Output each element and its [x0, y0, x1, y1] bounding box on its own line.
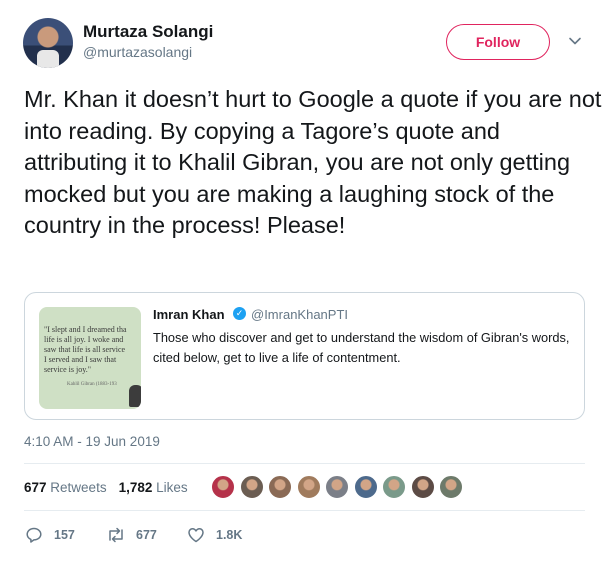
- retweet-count: 677: [136, 528, 157, 542]
- reply-button[interactable]: 157: [24, 525, 75, 545]
- reply-icon: [24, 525, 44, 545]
- likes-label: Likes: [156, 480, 188, 495]
- liker-avatar[interactable]: [353, 475, 378, 499]
- avatar[interactable]: [23, 18, 73, 68]
- like-count: 1.8K: [216, 528, 243, 542]
- liker-avatar[interactable]: [239, 475, 264, 499]
- chevron-down-icon[interactable]: [568, 34, 582, 48]
- quoted-tweet-image[interactable]: "I slept and I dreamed tha life is all j…: [39, 307, 141, 409]
- tweet-text: Mr. Khan it doesn’t hurt to Google a quo…: [24, 86, 602, 238]
- divider: [24, 510, 585, 511]
- quoted-author-name: Imran Khan: [153, 307, 225, 322]
- likes-count: 1,782: [118, 480, 153, 495]
- follow-button[interactable]: Follow: [446, 24, 550, 60]
- liker-avatar[interactable]: [296, 475, 321, 499]
- retweet-button[interactable]: 677: [106, 525, 157, 545]
- tweet: Murtaza Solangi @murtazasolangi Follow M…: [0, 0, 615, 561]
- quoted-tweet-text: Those who discover and get to understand…: [153, 330, 570, 365]
- retweets-stat[interactable]: 677 Retweets: [24, 480, 107, 495]
- retweets-label: Retweets: [50, 480, 107, 495]
- quoted-tweet-card[interactable]: "I slept and I dreamed tha life is all j…: [24, 292, 585, 420]
- retweet-icon: [106, 525, 126, 545]
- divider: [24, 463, 585, 464]
- liker-avatar[interactable]: [211, 475, 235, 499]
- liker-avatar[interactable]: [382, 475, 406, 499]
- quote-image-caption: Kahlil Gibran (1883-193: [67, 382, 117, 387]
- reply-count: 157: [54, 528, 75, 542]
- liker-avatar[interactable]: [410, 475, 435, 499]
- portrait-figure: [129, 385, 141, 407]
- liker-avatar[interactable]: [439, 475, 463, 499]
- author-handle[interactable]: @murtazasolangi: [83, 44, 192, 60]
- likes-stat[interactable]: 1,782 Likes: [119, 480, 188, 495]
- author-name[interactable]: Murtaza Solangi: [83, 22, 213, 42]
- tweet-timestamp[interactable]: 4:10 AM - 19 Jun 2019: [24, 434, 160, 449]
- heart-icon: [186, 525, 206, 545]
- quote-image-text: "I slept and I dreamed tha life is all j…: [44, 325, 127, 374]
- verified-badge-icon: ✓: [233, 307, 246, 320]
- like-button[interactable]: 1.8K: [186, 525, 242, 545]
- retweets-count: 677: [24, 480, 47, 495]
- engagement-stats: 677 Retweets 1,782 Likes: [24, 480, 188, 495]
- liker-avatar[interactable]: [325, 475, 349, 499]
- quoted-author-handle: @ImranKhanPTI: [251, 307, 349, 322]
- liker-avatar[interactable]: [268, 475, 292, 499]
